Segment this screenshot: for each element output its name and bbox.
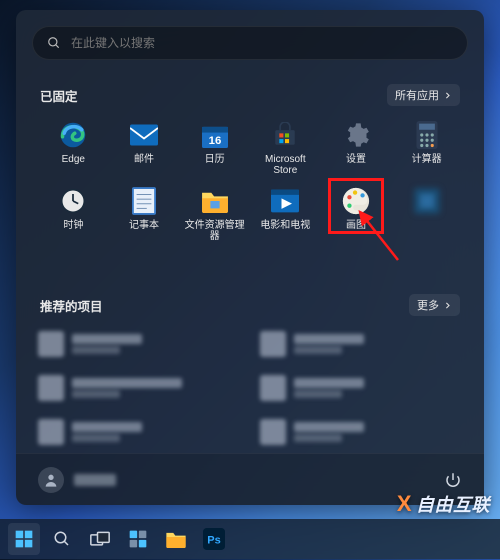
- app-tile-explorer[interactable]: 文件资源管理器: [179, 182, 250, 244]
- app-label: Edge: [62, 154, 85, 165]
- all-apps-label: 所有应用: [395, 87, 439, 103]
- chevron-right-icon: [443, 301, 452, 310]
- app-label: 时钟: [63, 220, 83, 231]
- recommended-item[interactable]: [38, 414, 240, 450]
- pinned-apps-grid: Edge 邮件 16 日历 Microsoft Store: [38, 116, 462, 244]
- app-tile-mail[interactable]: 邮件: [109, 116, 180, 178]
- recommended-heading: 推荐的项目: [40, 296, 103, 315]
- app-tile-calendar[interactable]: 16 日历: [179, 116, 250, 178]
- svg-text:16: 16: [208, 135, 221, 147]
- widgets-button[interactable]: [122, 523, 154, 555]
- pinned-heading: 已固定: [40, 86, 78, 105]
- watermark-logo: X: [397, 491, 412, 517]
- start-button[interactable]: [8, 523, 40, 555]
- search-box[interactable]: [32, 26, 468, 60]
- recommended-item[interactable]: [260, 370, 462, 406]
- app-tile-edge[interactable]: Edge: [38, 116, 109, 178]
- recommended-item[interactable]: [38, 370, 240, 406]
- svg-text:Ps: Ps: [207, 535, 220, 547]
- app-label: 设置: [346, 154, 366, 165]
- user-name: [74, 474, 116, 486]
- app-tile-clock[interactable]: 时钟: [38, 182, 109, 244]
- app-tile-blurred[interactable]: [391, 182, 462, 244]
- store-icon: [270, 120, 300, 150]
- app-tile-paint[interactable]: 画图: [321, 182, 392, 244]
- taskbar: Ps: [0, 519, 500, 559]
- search-input[interactable]: [71, 36, 453, 50]
- calculator-icon: [412, 120, 442, 150]
- app-tile-calculator[interactable]: 计算器: [391, 116, 462, 178]
- app-label: 文件资源管理器: [183, 220, 247, 242]
- paint-icon: [341, 186, 371, 216]
- app-tile-store[interactable]: Microsoft Store: [250, 116, 321, 178]
- power-button[interactable]: [444, 471, 462, 489]
- gear-icon: [341, 120, 371, 150]
- watermark: X 自由互联: [397, 491, 490, 517]
- notepad-icon: [129, 186, 159, 216]
- search-icon: [47, 36, 61, 50]
- folder-icon: [200, 186, 230, 216]
- edge-icon: [58, 120, 88, 150]
- taskbar-search-button[interactable]: [46, 523, 78, 555]
- start-menu: 已固定 所有应用 Edge 邮件: [16, 10, 484, 505]
- watermark-text: 自由互联: [416, 491, 490, 517]
- taskbar-photoshop[interactable]: Ps: [198, 523, 230, 555]
- recommended-item[interactable]: [38, 326, 240, 362]
- app-label: 邮件: [134, 154, 154, 165]
- movies-icon: [270, 186, 300, 216]
- app-label: Microsoft Store: [253, 154, 317, 176]
- app-label: 记事本: [129, 220, 159, 231]
- recommended-item[interactable]: [260, 326, 462, 362]
- app-label: 计算器: [412, 154, 442, 165]
- recommended-list: [38, 326, 462, 450]
- more-button[interactable]: 更多: [409, 294, 460, 316]
- user-account-button[interactable]: [38, 467, 116, 493]
- calendar-icon: 16: [200, 120, 230, 150]
- mail-icon: [129, 120, 159, 150]
- more-label: 更多: [417, 297, 439, 313]
- recommended-item[interactable]: [260, 414, 462, 450]
- avatar-icon: [38, 467, 64, 493]
- blurred-icon: [412, 186, 442, 216]
- app-label: 画图: [346, 220, 366, 231]
- app-tile-settings[interactable]: 设置: [321, 116, 392, 178]
- app-tile-movies[interactable]: 电影和电视: [250, 182, 321, 244]
- app-label: [412, 220, 442, 231]
- taskbar-explorer[interactable]: [160, 523, 192, 555]
- app-tile-notepad[interactable]: 记事本: [109, 182, 180, 244]
- task-view-button[interactable]: [84, 523, 116, 555]
- app-label: 电影和电视: [260, 220, 310, 231]
- all-apps-button[interactable]: 所有应用: [387, 84, 460, 106]
- clock-icon: [58, 186, 88, 216]
- app-label: 日历: [205, 154, 225, 165]
- chevron-right-icon: [443, 91, 452, 100]
